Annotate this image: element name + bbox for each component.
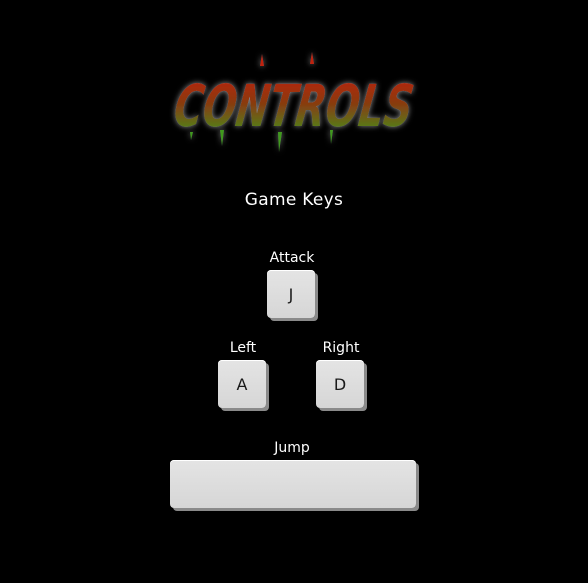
left-key-button[interactable]: A (218, 360, 266, 408)
controls-screen: CONTROLS Game Keys Attack J Left A Right… (0, 0, 588, 583)
controls-title-logo: CONTROLS (160, 48, 424, 158)
game-keys-heading: Game Keys (244, 190, 344, 210)
title-text: CONTROLS (170, 72, 418, 140)
jump-label: Jump (274, 440, 310, 456)
right-key-letter: D (333, 374, 347, 394)
right-key-button[interactable]: D (316, 360, 364, 408)
jump-spacebar-button[interactable] (170, 460, 416, 508)
attack-label: Attack (269, 250, 315, 266)
attack-key-button[interactable]: J (267, 270, 315, 318)
right-label: Right (322, 340, 360, 356)
left-label: Left (229, 340, 257, 356)
left-key-letter: A (236, 374, 248, 394)
attack-key-letter: J (288, 284, 294, 304)
